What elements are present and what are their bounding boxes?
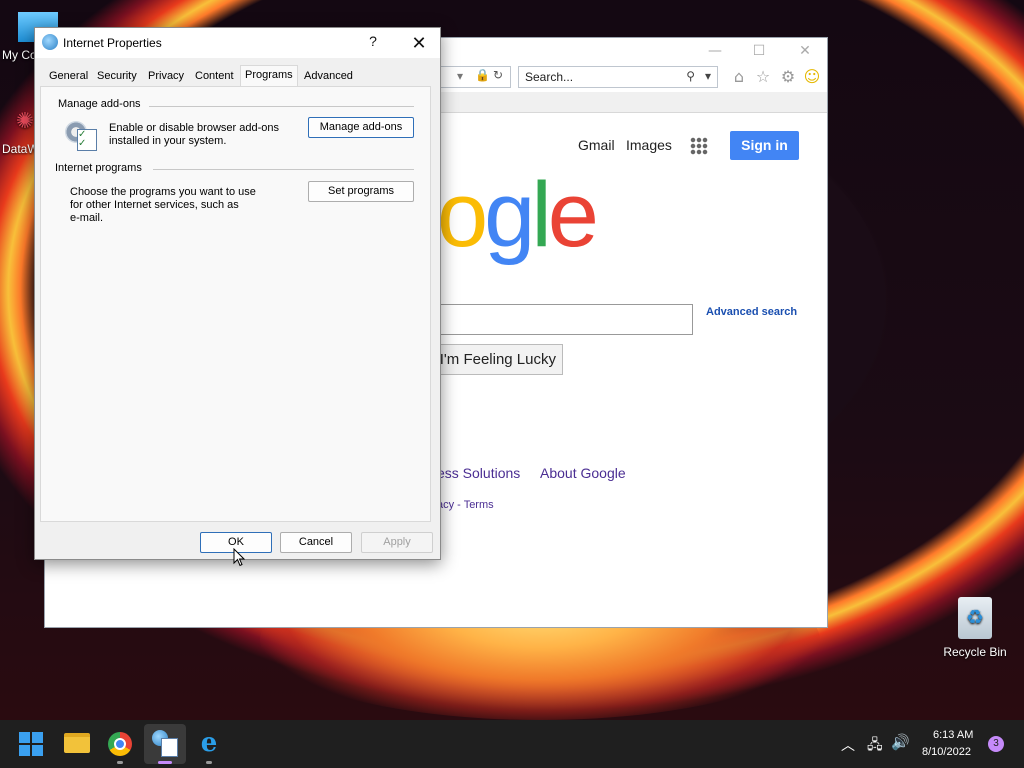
volume-icon[interactable]: 🔊	[891, 733, 910, 751]
addons-gear-checklist-icon: ✓ ✓	[65, 119, 97, 151]
desktop-icon-recycle-bin[interactable]: ♻ Recycle Bin	[940, 597, 1010, 659]
description-line: Choose the programs you want to use	[70, 186, 256, 198]
show-hidden-icons-chevron-icon[interactable]: ︿	[841, 735, 855, 755]
start-icon[interactable]	[19, 732, 43, 756]
tab-security[interactable]: Security	[95, 68, 139, 85]
apply-button[interactable]: Apply	[361, 532, 433, 553]
tab-programs[interactable]: Programs	[240, 65, 298, 87]
internet-properties-dialog[interactable]: Internet Properties ? ✕ General Security…	[34, 27, 441, 560]
internet-programs-description: Choose the programs you want to use for …	[70, 186, 256, 225]
dialog-titlebar[interactable]: Internet Properties ? ✕	[35, 28, 440, 58]
help-button[interactable]: ?	[361, 33, 385, 53]
set-programs-button[interactable]: Set programs	[308, 181, 414, 202]
description-line: for other Internet services, such as	[70, 199, 239, 211]
notification-badge[interactable]: 3	[988, 736, 1004, 752]
internet-explorer-icon[interactable]: e	[196, 730, 222, 756]
section-divider	[149, 106, 414, 107]
internet-options-icon	[42, 34, 58, 50]
mouse-cursor-icon	[233, 548, 245, 567]
logo-letter-o: o	[437, 164, 488, 266]
app-running-indicator	[206, 761, 212, 764]
smiley-feedback-icon[interactable]: ☺	[802, 67, 822, 87]
tab-general[interactable]: General	[47, 68, 90, 85]
browser-search-field[interactable]: Search... ⚲ ▾	[518, 66, 718, 88]
taskbar: e ︿ 🖧 🔊 6:13 AM 8/10/2022 3	[0, 720, 1024, 768]
sign-in-button[interactable]: Sign in	[730, 131, 799, 160]
google-logo: ogle	[437, 160, 599, 270]
search-dropdown-icon[interactable]: ▾	[705, 69, 711, 83]
description-line: Enable or disable browser add-ons	[109, 122, 279, 134]
section-divider	[153, 169, 414, 170]
tab-content[interactable]: Content	[193, 68, 236, 85]
internet-programs-heading: Internet programs	[55, 162, 142, 174]
manage-addons-heading: Manage add-ons	[58, 98, 141, 110]
privacy-terms-link[interactable]: acy - Terms	[437, 499, 494, 511]
images-link[interactable]: Images	[626, 137, 672, 153]
internet-properties-icon[interactable]	[152, 730, 178, 757]
home-icon[interactable]: ⌂	[729, 67, 749, 87]
clock-time[interactable]: 6:13 AM	[933, 729, 973, 741]
maximize-button[interactable]: ☐	[739, 40, 779, 62]
description-line: e-mail.	[70, 212, 104, 224]
description-line: installed in your system.	[109, 135, 227, 147]
chrome-icon[interactable]	[108, 732, 132, 756]
programs-tab-panel: Manage add-ons ✓ ✓ Enable or disable brow…	[40, 86, 431, 522]
dialog-title: Internet Properties	[63, 36, 162, 50]
tab-advanced[interactable]: Advanced	[302, 68, 355, 85]
dropdown-icon[interactable]: ▾	[457, 69, 463, 83]
about-google-link[interactable]: About Google	[540, 465, 626, 481]
minimize-button[interactable]: —	[695, 40, 735, 62]
cancel-button[interactable]: Cancel	[280, 532, 352, 553]
address-field[interactable]: ▾ 🔒 ↻	[437, 66, 511, 88]
logo-letter-g: g	[484, 164, 535, 266]
search-field-text: Search...	[525, 70, 574, 84]
manage-addons-button[interactable]: Manage add-ons	[308, 117, 414, 138]
gmail-link[interactable]: Gmail	[578, 137, 615, 153]
recycle-bin-icon: ♻	[958, 597, 992, 639]
google-search-input[interactable]	[437, 304, 693, 335]
logo-letter-e: e	[547, 164, 599, 266]
apps-grid-icon[interactable]	[690, 137, 708, 155]
refresh-icon[interactable]: ↻	[493, 68, 503, 82]
app-running-indicator	[117, 761, 123, 764]
gear-icon[interactable]: ⚙	[778, 67, 798, 87]
desktop-icon-label: Recycle Bin	[943, 645, 1007, 659]
tab-privacy[interactable]: Privacy	[146, 68, 186, 85]
close-button[interactable]: ✕	[785, 40, 825, 62]
close-icon[interactable]: ✕	[405, 32, 433, 54]
active-app-indicator	[158, 761, 172, 764]
logo-letter-l: l	[531, 164, 552, 266]
manage-addons-description: Enable or disable browser add-ons instal…	[109, 122, 279, 148]
business-solutions-link[interactable]: ess Solutions	[437, 465, 520, 481]
favorites-star-icon[interactable]: ☆	[753, 67, 773, 87]
network-icon[interactable]: 🖧	[867, 734, 883, 758]
advanced-search-link[interactable]: Advanced search	[706, 306, 797, 318]
search-icon[interactable]: ⚲	[686, 69, 695, 83]
clock-date[interactable]: 8/10/2022	[922, 746, 971, 758]
lock-icon: 🔒	[475, 68, 490, 82]
file-explorer-icon[interactable]	[64, 733, 90, 753]
feeling-lucky-button[interactable]: I'm Feeling Lucky	[437, 344, 563, 375]
